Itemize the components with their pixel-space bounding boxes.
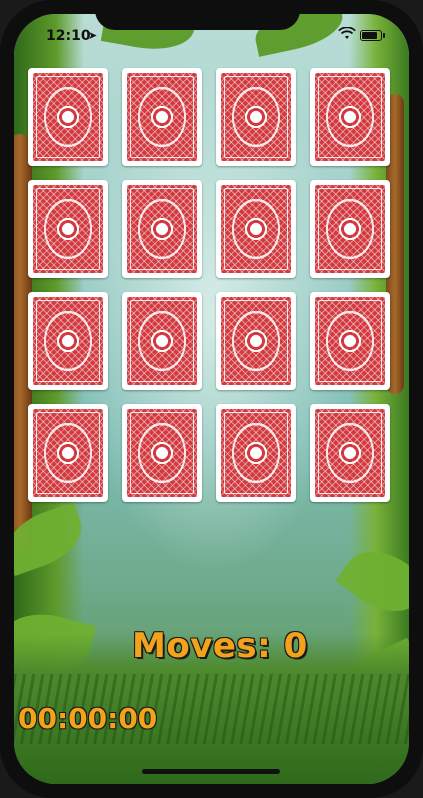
memory-card[interactable]: [310, 404, 390, 502]
memory-card[interactable]: [122, 180, 202, 278]
card-back-pattern: [127, 185, 197, 273]
status-time: 12:10: [46, 28, 91, 44]
memory-card[interactable]: [28, 404, 108, 502]
card-back-pattern: [315, 297, 385, 385]
memory-card[interactable]: [28, 68, 108, 166]
card-back-pattern: [127, 409, 197, 497]
device-frame: 12:10 ➤ Moves: 0 00:00:00: [0, 0, 423, 798]
memory-card[interactable]: [310, 292, 390, 390]
memory-card[interactable]: [216, 180, 296, 278]
memory-card[interactable]: [310, 68, 390, 166]
memory-card[interactable]: [310, 180, 390, 278]
memory-card[interactable]: [28, 180, 108, 278]
card-back-pattern: [127, 73, 197, 161]
game-screen: 12:10 ➤ Moves: 0 00:00:00: [14, 14, 409, 784]
wifi-icon: [338, 27, 356, 39]
memory-card[interactable]: [216, 68, 296, 166]
memory-card[interactable]: [122, 404, 202, 502]
card-back-pattern: [221, 409, 291, 497]
card-back-pattern: [127, 297, 197, 385]
memory-card[interactable]: [122, 292, 202, 390]
memory-card[interactable]: [28, 292, 108, 390]
moves-counter: Moves: 0: [132, 626, 308, 666]
card-back-pattern: [33, 409, 103, 497]
memory-card[interactable]: [122, 68, 202, 166]
card-back-pattern: [315, 185, 385, 273]
device-notch: [95, 0, 300, 30]
memory-card[interactable]: [216, 292, 296, 390]
game-timer: 00:00:00: [18, 702, 158, 735]
card-back-pattern: [221, 185, 291, 273]
card-back-pattern: [33, 73, 103, 161]
location-arrow-icon: ➤: [88, 29, 98, 42]
card-back-pattern: [315, 73, 385, 161]
card-back-pattern: [33, 297, 103, 385]
battery-icon: [360, 30, 385, 41]
card-back-pattern: [315, 409, 385, 497]
card-back-pattern: [221, 73, 291, 161]
memory-card[interactable]: [216, 404, 296, 502]
card-back-pattern: [33, 185, 103, 273]
home-indicator[interactable]: [142, 769, 280, 774]
card-back-pattern: [221, 297, 291, 385]
